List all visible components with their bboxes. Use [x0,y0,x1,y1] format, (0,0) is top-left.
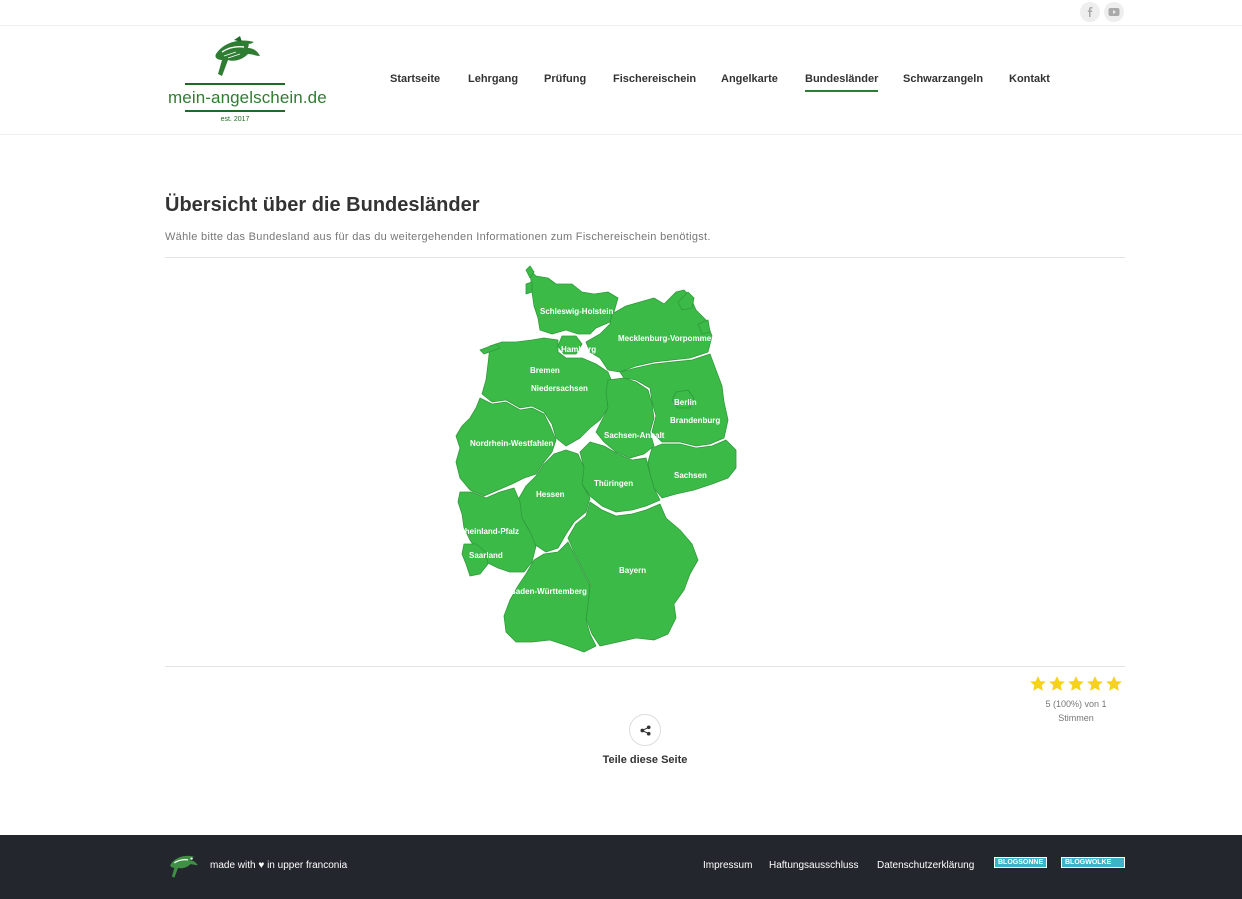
share-icon [639,724,651,736]
map-label-baden-wuerttemberg[interactable]: Baden-Württemberg [510,587,587,596]
logo-wordmark: mein-angelschein.de [168,88,327,107]
map-label-thueringen[interactable]: Thüringen [594,479,633,488]
map-label-sachsen-anhalt[interactable]: Sachsen-Anhalt [604,431,665,440]
logo-rule-top [185,83,285,85]
map-label-saarland[interactable]: Saarland [469,551,503,560]
nav-item-startseite[interactable]: Startseite [390,73,440,85]
fish-logo-icon [215,36,260,76]
rating-stars[interactable] [1028,675,1124,693]
state-schleswig-holstein[interactable] [529,269,619,335]
page-title: Übersicht über die Bundesländer [165,194,480,216]
star-icon[interactable] [1067,675,1085,693]
youtube-link[interactable] [1104,2,1124,22]
divider [165,257,1125,258]
blogwolke-badge[interactable]: BLOGWOLKE [1061,857,1125,868]
nav-item-pruefung[interactable]: Prüfung [544,73,586,85]
nav-item-kontakt[interactable]: Kontakt [1009,73,1050,85]
footer-link-impressum[interactable]: Impressum [703,860,752,871]
fish-logo-icon[interactable] [167,853,199,879]
page-intro: Wähle bitte das Bundesland aus für das d… [165,231,711,243]
map-label-bayern[interactable]: Bayern [619,566,646,575]
germany-states-map: Schleswig-Holstein Hamburg Mecklenburg-V… [455,265,737,653]
nav-item-bundeslaender[interactable]: Bundesländer [805,73,879,92]
map-label-mecklenburg-vorpommern[interactable]: Mecklenburg-Vorpommern [618,334,719,343]
star-icon[interactable] [1086,675,1104,693]
map-label-hessen[interactable]: Hessen [536,490,565,499]
map-label-berlin[interactable]: Berlin [674,398,697,407]
rating-summary: 5 (100%) von 1 Stimmen [1045,699,1107,723]
state-sachsen[interactable] [647,439,737,499]
share-button[interactable] [629,714,661,746]
state-island-north-2 [525,281,533,295]
blogsonne-badge[interactable]: BLOGSONNE [994,857,1048,868]
map-label-hamburg[interactable]: Hamburg [561,345,596,354]
logo-est: est. 2017 [220,116,250,123]
nav-item-schwarzangeln[interactable]: Schwarzangeln [903,73,983,85]
star-icon[interactable] [1105,675,1123,693]
nav-item-lehrgang[interactable]: Lehrgang [468,73,518,85]
map-label-niedersachsen[interactable]: Niedersachsen [531,384,588,393]
share-label: Teile diese Seite [602,754,688,766]
footer-made-with: made with ♥ in upper franconia [210,860,348,871]
logo-rule-bottom [185,110,285,112]
site-header: mein-angelschein.de est. 2017 Startseite… [0,26,1242,135]
divider [165,666,1125,667]
star-rating: 5 (100%) von 1 Stimmen [1028,675,1124,725]
map-label-rheinland-pfalz[interactable]: Rheinland-Pfalz [459,527,519,536]
footer-link-haftungsausschluss[interactable]: Haftungsausschluss [769,860,859,871]
map-label-sachsen[interactable]: Sachsen [674,471,707,480]
star-icon[interactable] [1029,675,1047,693]
map-label-bremen[interactable]: Bremen [530,366,560,375]
facebook-link[interactable] [1080,2,1100,22]
top-bar [0,0,1242,26]
map-label-brandenburg[interactable]: Brandenburg [670,416,720,425]
site-logo[interactable]: mein-angelschein.de est. 2017 [166,36,327,128]
map-label-schleswig-holstein[interactable]: Schleswig-Holstein [540,307,613,316]
facebook-icon [1087,7,1093,17]
footer-link-datenschutz[interactable]: Datenschutzerklärung [877,860,974,871]
youtube-icon [1108,8,1120,16]
site-footer: made with ♥ in upper franconia Impressum… [0,835,1242,899]
map-label-nordrhein-westfahlen[interactable]: Nordrhein-Westfahlen [470,439,554,448]
nav-item-angelkarte[interactable]: Angelkarte [721,73,778,85]
nav-item-fischereischein[interactable]: Fischereischein [613,73,696,85]
star-icon[interactable] [1048,675,1066,693]
